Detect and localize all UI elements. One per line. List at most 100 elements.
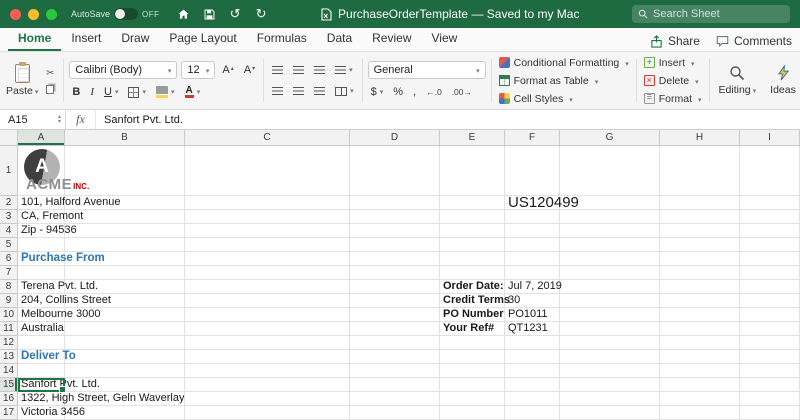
cell-I10[interactable] xyxy=(740,308,800,322)
cell-F6[interactable] xyxy=(505,252,560,266)
cell-H8[interactable] xyxy=(660,280,740,294)
cell-D2[interactable] xyxy=(350,196,440,210)
format-cells-button[interactable]: Format xyxy=(642,92,704,105)
row-header-3[interactable]: 3 xyxy=(0,210,18,224)
cell-E1[interactable] xyxy=(440,146,505,196)
cell-H1[interactable] xyxy=(660,146,740,196)
underline-button[interactable]: U xyxy=(101,84,121,100)
cell-C7[interactable] xyxy=(185,266,350,280)
row-header-17[interactable]: 17 xyxy=(0,406,18,420)
column-header-D[interactable]: D xyxy=(350,130,440,146)
cell-A12[interactable] xyxy=(18,336,65,350)
cell-B8[interactable] xyxy=(65,280,185,294)
italic-button[interactable]: I xyxy=(87,85,97,99)
cell-C3[interactable] xyxy=(185,210,350,224)
bold-button[interactable]: B xyxy=(69,85,83,99)
cell-A14[interactable] xyxy=(18,364,65,378)
cell-F4[interactable] xyxy=(505,224,560,238)
cell-E4[interactable] xyxy=(440,224,505,238)
cell-H15[interactable] xyxy=(660,378,740,392)
cell-C11[interactable] xyxy=(185,322,350,336)
cell-E17[interactable] xyxy=(440,406,505,420)
merge-center-button[interactable] xyxy=(332,83,357,99)
cell-E11[interactable]: Your Ref# xyxy=(440,322,505,336)
autosave-toggle[interactable]: AutoSave OFF xyxy=(71,8,160,20)
cell-F10[interactable]: PO1011 xyxy=(505,308,560,322)
fullscreen-window-button[interactable] xyxy=(46,8,57,20)
cell-G4[interactable] xyxy=(560,224,660,238)
column-header-E[interactable]: E xyxy=(440,130,505,146)
cell-E10[interactable]: PO Number xyxy=(440,308,505,322)
cell-H10[interactable] xyxy=(660,308,740,322)
cell-D3[interactable] xyxy=(350,210,440,224)
align-right-button[interactable] xyxy=(311,86,328,96)
cell-H6[interactable] xyxy=(660,252,740,266)
cell-B7[interactable] xyxy=(65,266,185,280)
insert-function-button[interactable]: fx xyxy=(66,110,96,129)
cell-C8[interactable] xyxy=(185,280,350,294)
cell-D12[interactable] xyxy=(350,336,440,350)
cell-G7[interactable] xyxy=(560,266,660,280)
cell-E3[interactable] xyxy=(440,210,505,224)
cell-G6[interactable] xyxy=(560,252,660,266)
cell-E6[interactable] xyxy=(440,252,505,266)
row-header-7[interactable]: 7 xyxy=(0,266,18,280)
cell-I13[interactable] xyxy=(740,350,800,364)
close-window-button[interactable] xyxy=(10,8,21,20)
cell-D7[interactable] xyxy=(350,266,440,280)
cell-F9[interactable]: 30 xyxy=(505,294,560,308)
redo-icon[interactable] xyxy=(254,7,269,22)
cell-F13[interactable] xyxy=(505,350,560,364)
cell-F11[interactable]: QT1231 xyxy=(505,322,560,336)
cell-G15[interactable] xyxy=(560,378,660,392)
cell-C10[interactable] xyxy=(185,308,350,322)
cell-I9[interactable] xyxy=(740,294,800,308)
cell-A16[interactable]: 1322, High Street, Geln Waverlay xyxy=(18,392,184,406)
cell-G14[interactable] xyxy=(560,364,660,378)
cell-E5[interactable] xyxy=(440,238,505,252)
cell-C12[interactable] xyxy=(185,336,350,350)
formula-input[interactable]: Sanfort Pvt. Ltd. xyxy=(96,110,800,129)
cell-B12[interactable] xyxy=(65,336,185,350)
cell-D11[interactable] xyxy=(350,322,440,336)
copy-button[interactable] xyxy=(42,83,58,97)
cell-I17[interactable] xyxy=(740,406,800,420)
align-center-button[interactable] xyxy=(290,86,307,96)
align-middle-button[interactable] xyxy=(290,65,307,75)
row-header-16[interactable]: 16 xyxy=(0,392,18,406)
cell-C5[interactable] xyxy=(185,238,350,252)
cell-F17[interactable] xyxy=(505,406,560,420)
save-icon[interactable] xyxy=(202,7,217,22)
cell-D13[interactable] xyxy=(350,350,440,364)
cell-A8[interactable]: Terena Pvt. Ltd. xyxy=(18,280,98,294)
cell-B5[interactable] xyxy=(65,238,185,252)
wrap-text-button[interactable] xyxy=(332,62,356,78)
cell-I3[interactable] xyxy=(740,210,800,224)
cell-G12[interactable] xyxy=(560,336,660,350)
cell-C17[interactable] xyxy=(185,406,350,420)
tab-draw[interactable]: Draw xyxy=(111,27,159,51)
cell-F1[interactable] xyxy=(505,146,560,196)
cell-I1[interactable] xyxy=(740,146,800,196)
select-all-corner[interactable] xyxy=(0,130,18,146)
tab-view[interactable]: View xyxy=(422,27,468,51)
cell-B17[interactable] xyxy=(65,406,185,420)
increase-font-size-button[interactable]: A xyxy=(219,62,236,79)
cell-I8[interactable] xyxy=(740,280,800,294)
name-box-stepper[interactable] xyxy=(58,115,61,125)
cell-B16[interactable] xyxy=(65,392,185,406)
comma-format-button[interactable]: , xyxy=(410,85,419,99)
tab-page-layout[interactable]: Page Layout xyxy=(159,27,246,51)
cell-B10[interactable] xyxy=(65,308,185,322)
cell-D6[interactable] xyxy=(350,252,440,266)
cell-E13[interactable] xyxy=(440,350,505,364)
cell-I6[interactable] xyxy=(740,252,800,266)
tab-insert[interactable]: Insert xyxy=(61,27,111,51)
percent-format-button[interactable]: % xyxy=(390,85,406,99)
cell-F5[interactable] xyxy=(505,238,560,252)
cell-F16[interactable] xyxy=(505,392,560,406)
cell-D4[interactable] xyxy=(350,224,440,238)
align-bottom-button[interactable] xyxy=(311,65,328,75)
cell-B11[interactable] xyxy=(65,322,185,336)
column-header-B[interactable]: B xyxy=(65,130,185,146)
